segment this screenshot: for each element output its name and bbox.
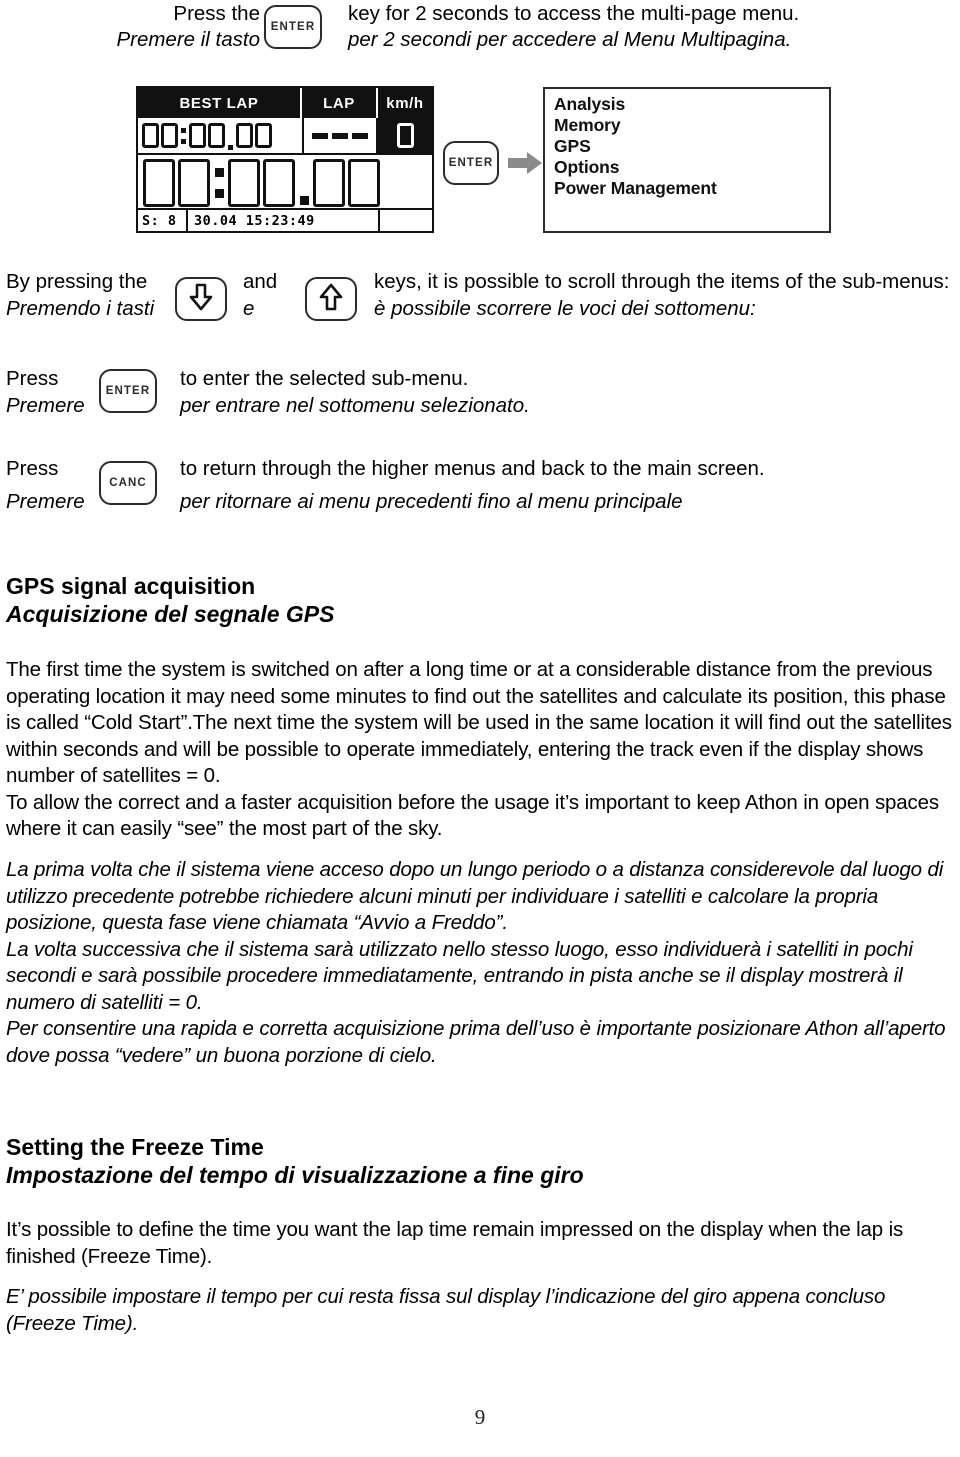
arrow-up-icon <box>319 283 343 316</box>
enter-key-button[interactable]: ENTER <box>264 5 322 49</box>
lcd-decimal-point <box>228 145 233 150</box>
canc-instruction-label-en: Press <box>6 457 59 480</box>
lcd-digit <box>143 158 175 207</box>
lcd-digit <box>142 123 159 148</box>
scroll-conj-it: e <box>243 297 255 320</box>
gps-paragraphs-it: La prima volta che il sistema viene acce… <box>6 857 954 1069</box>
press-the-text-en: key for 2 seconds to access the multi-pa… <box>348 2 800 25</box>
freeze-heading-it: Impostazione del tempo di visualizzazion… <box>6 1162 584 1188</box>
scroll-text-it: è possibile scorrere le voci dei sottome… <box>374 297 756 320</box>
gps-section: GPS signal acquisition Acquisizione del … <box>6 572 954 628</box>
gps-heading-it: Acquisizione del segnale GPS <box>6 601 335 627</box>
canc-instruction-label-it: Premere <box>6 490 85 513</box>
scroll-conj-en: and <box>243 270 278 293</box>
lcd-dashes <box>312 132 368 139</box>
multi-page-menu-panel: Analysis Memory GPS Options Power Manage… <box>543 87 831 233</box>
lcd-digit <box>236 123 253 148</box>
lcd-lap-value <box>302 118 378 153</box>
canc-instruction-text-it: per ritornare ai menu precedenti fino al… <box>180 490 683 513</box>
lcd-satellites: S: 8 <box>138 210 188 231</box>
lcd-decimal-point <box>300 196 309 205</box>
gps-para-en-1: The first time the system is switched on… <box>6 658 952 787</box>
lcd-best-lap-header: BEST LAP <box>138 88 302 118</box>
press-the-label-en: Press the <box>173 2 260 25</box>
freeze-paragraph-it: E’ possibile impostare il tempo per cui … <box>6 1284 954 1337</box>
lcd-digit <box>313 158 345 207</box>
lcd-main-time <box>138 153 432 210</box>
lcd-colon <box>215 163 224 203</box>
arrow-right-icon <box>508 152 542 174</box>
lcd-best-lap-value <box>138 118 302 153</box>
freeze-para-en: It’s possible to define the time you wan… <box>6 1218 904 1268</box>
enter-instruction-label-it: Premere <box>6 394 85 417</box>
document-page: Press the Premere il tasto ENTER key for… <box>0 0 960 1457</box>
top-instruction-row: Press the Premere il tasto ENTER key for… <box>0 0 960 62</box>
gps-heading-en: GPS signal acquisition <box>6 573 256 599</box>
canc-instruction-text-en: to return through the higher menus and b… <box>180 457 765 480</box>
arrow-down-icon <box>189 283 213 316</box>
freeze-paragraph-en: It’s possible to define the time you wan… <box>6 1217 954 1270</box>
page-number: 9 <box>474 1405 486 1429</box>
gps-para-en-2: To allow the correct and a faster acquis… <box>6 790 939 841</box>
canc-key-button[interactable]: CANC <box>99 461 157 505</box>
press-the-label-it: Premere il tasto <box>116 28 260 51</box>
enter-instruction-text-en: to enter the selected sub-menu. <box>180 367 469 390</box>
lcd-digit <box>255 123 272 148</box>
enter-key-button-menu[interactable]: ENTER <box>443 141 499 185</box>
lcd-colon <box>181 125 186 147</box>
freeze-para-it: E’ possibile impostare il tempo per cui … <box>6 1285 886 1335</box>
lcd-digit <box>189 123 206 148</box>
lcd-speed-value <box>378 118 434 153</box>
freeze-section: Setting the Freeze Time Impostazione del… <box>6 1133 954 1189</box>
lcd-speed-unit-header: km/h <box>378 88 432 118</box>
menu-item-analysis[interactable]: Analysis <box>554 94 829 115</box>
gps-para-it-3: Per consentire una rapida e corretta acq… <box>6 1017 946 1067</box>
press-the-text-it: per 2 secondi per accedere al Menu Multi… <box>348 28 792 51</box>
arrow-up-key-button[interactable] <box>305 277 357 321</box>
enter-instruction-text-it: per entrare nel sottomenu selezionato. <box>180 394 530 417</box>
menu-item-options[interactable]: Options <box>554 157 829 178</box>
arrow-down-key-button[interactable] <box>175 277 227 321</box>
lcd-display: BEST LAP LAP km/h S: 8 30.04 15:23:49 <box>136 86 434 233</box>
lcd-digit <box>263 158 295 207</box>
scroll-text-en: keys, it is possible to scroll through t… <box>374 270 950 293</box>
freeze-heading-en: Setting the Freeze Time <box>6 1134 264 1160</box>
lcd-digit-inverse <box>396 123 414 148</box>
lcd-digit <box>178 158 210 207</box>
scroll-label-en: By pressing the <box>6 270 148 293</box>
lcd-digit <box>161 123 178 148</box>
lcd-datetime: 30.04 15:23:49 <box>188 210 380 231</box>
canc-key-label: CANC <box>109 477 147 489</box>
lcd-header-row: BEST LAP LAP km/h <box>138 88 432 118</box>
gps-paragraphs-en: The first time the system is switched on… <box>6 657 954 843</box>
lcd-lap-header: LAP <box>302 88 378 118</box>
lcd-digit <box>228 158 260 207</box>
enter-instruction-label-en: Press <box>6 367 59 390</box>
enter-key-label: ENTER <box>270 21 316 33</box>
enter-key-label: ENTER <box>448 157 494 169</box>
menu-item-memory[interactable]: Memory <box>554 115 829 136</box>
menu-item-gps[interactable]: GPS <box>554 136 829 157</box>
gps-para-it-2: La volta successiva che il sistema sarà … <box>6 937 913 1014</box>
lcd-digit <box>348 158 380 207</box>
gps-para-it-1: La prima volta che il sistema viene acce… <box>6 858 944 934</box>
lcd-status-bar: S: 8 30.04 15:23:49 <box>138 208 432 231</box>
lcd-status-extra <box>380 210 432 231</box>
lcd-secondary-row <box>138 118 434 153</box>
lcd-digit <box>208 123 225 148</box>
menu-item-power-management[interactable]: Power Management <box>554 178 829 199</box>
enter-key-label: ENTER <box>105 385 151 397</box>
scroll-label-it: Premendo i tasti <box>6 297 155 320</box>
enter-key-button-submenu[interactable]: ENTER <box>99 369 157 413</box>
